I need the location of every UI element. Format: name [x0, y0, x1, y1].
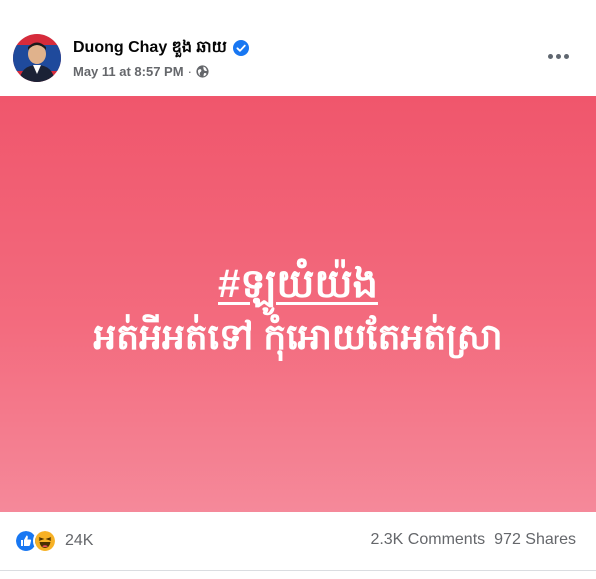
meta-separator: ·: [187, 63, 192, 79]
reaction-count: 24K: [65, 532, 94, 549]
post-meta: May 11 at 8:57 PM ·: [73, 62, 209, 80]
facebook-post: Duong Chay ឌួង ឆាយ May 11 at 8:57 PM · #…: [0, 0, 596, 579]
engagement-bar: 24K 2.3K Comments 972 Shares: [0, 512, 596, 571]
author-avatar[interactable]: [13, 34, 61, 82]
comments-count-link[interactable]: 2.3K Comments: [370, 531, 485, 549]
banner-slogan: អត់អីអត់ទៅ កុំអោយតែអត់ស្រា: [93, 316, 503, 357]
banner-text: #ឡូយំយ៉ង អត់អីអត់ទៅ កុំអោយតែអត់ស្រា: [0, 262, 596, 360]
post-timestamp[interactable]: May 11 at 8:57 PM: [73, 64, 184, 79]
more-horizontal-icon: [547, 53, 569, 59]
avatar-image: [13, 34, 61, 82]
verified-badge-icon: [232, 40, 249, 56]
banner-hashtag[interactable]: #ឡូយំយ៉ង: [218, 262, 378, 306]
author-line: Duong Chay ឌួង ឆាយ: [73, 37, 249, 59]
globe-icon[interactable]: [196, 64, 209, 78]
reaction-icons: [14, 529, 57, 553]
post-text-banner: #ឡូយំយ៉ង អត់អីអត់ទៅ កុំអោយតែអត់ស្រា: [0, 96, 596, 512]
haha-icon: [33, 529, 57, 553]
reactions-summary[interactable]: 24K: [14, 529, 93, 553]
more-options-button[interactable]: [540, 44, 576, 68]
post-header: Duong Chay ឌួង ឆាយ May 11 at 8:57 PM ·: [0, 0, 596, 96]
author-name[interactable]: Duong Chay ឌួង ឆាយ: [73, 36, 227, 60]
post-stats: 2.3K Comments 972 Shares: [370, 531, 576, 549]
shares-count-link[interactable]: 972 Shares: [494, 531, 576, 549]
